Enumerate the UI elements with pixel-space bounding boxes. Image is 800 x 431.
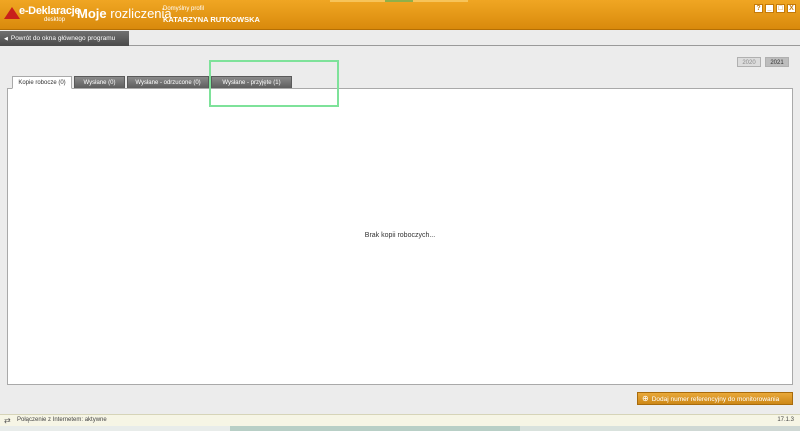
tab-working-copies[interactable]: Kopie robocze (0) [12,76,72,89]
title-bar: e-Deklaracje desktop Moje rozliczenia Do… [0,0,800,30]
connection-status: Połączenie z Internetem: aktywne [17,417,107,423]
title-accent-band [385,0,413,2]
taskbar-segment [230,426,520,431]
maximize-button[interactable]: □ [776,4,785,13]
page-title-rest: rozliczenia [106,6,172,21]
add-reference-number-button[interactable]: ⊕ Dodaj numer referencyjny do monitorowan… [637,392,793,405]
profile-label: Domyślny profil [163,6,205,12]
app-version: 17.1.3 [777,417,794,423]
minimize-button[interactable]: _ [765,4,774,13]
empty-state-message: Brak kopii roboczych... [364,232,436,239]
navigation-bar: ◀ Powrót do okna głównego programu [0,31,800,46]
content-panel: Brak kopii roboczych... [7,88,793,385]
taskbar-strip [0,426,800,431]
close-button[interactable]: X [787,4,796,13]
tab-sent-accepted[interactable]: Wysłane - przyjęte (1) [211,76,292,88]
logo-icon [4,7,20,19]
profile-name: KATARZYNA RUTKOWSKA [163,15,260,24]
year-button-2020[interactable]: 2020 [737,57,761,67]
title-accent-band [413,0,468,2]
tab-sent[interactable]: Wysłane (0) [74,76,125,88]
add-reference-label: Dodaj numer referencyjny do monitorowani… [651,396,780,403]
left-arrow-icon: ◀ [4,36,8,42]
app-logo: e-Deklaracje desktop [4,5,81,25]
title-accent-band [330,0,385,2]
tab-sent-rejected[interactable]: Wysłane - odrzucone (0) [127,76,209,88]
year-button-2021[interactable]: 2021 [765,57,789,67]
add-document-icon: ⊕ [642,394,649,403]
back-to-main-button[interactable]: ◀ Powrót do okna głównego programu [0,31,129,46]
window-controls: ? _ □ X [754,4,796,13]
help-button[interactable]: ? [754,4,763,13]
logo-name: e-Deklaracje [19,5,81,17]
taskbar-segment [520,426,650,431]
network-icon: ⇄ [4,416,11,425]
back-button-label: Powrót do okna głównego programu [10,35,116,42]
taskbar-segment [0,426,230,431]
page-title: Moje rozliczenia [77,6,172,21]
logo-subtitle: desktop [44,17,66,23]
status-bar: ⇄ Połączenie z Internetem: aktywne 17.1.… [0,414,800,426]
page-title-bold: Moje [77,6,107,21]
